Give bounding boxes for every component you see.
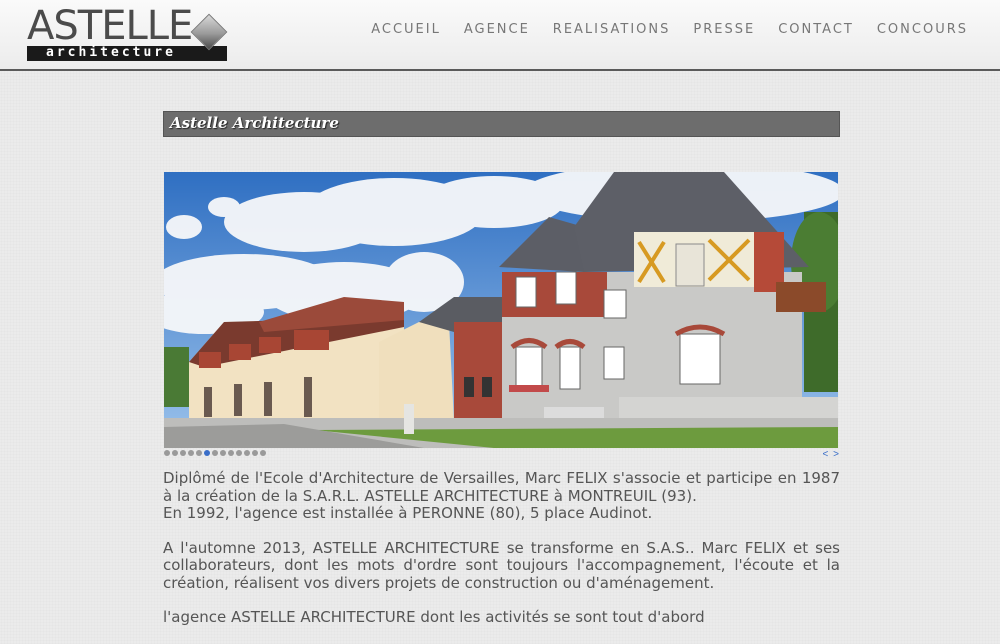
intro-paragraph-3: l'agence ASTELLE ARCHITECTURE dont les a… [163, 608, 705, 626]
slider-dot[interactable] [172, 450, 178, 456]
page-title-bar: Astelle Architecture [163, 111, 840, 137]
slider-dot[interactable] [244, 450, 250, 456]
site-logo[interactable]: ASTELLE architecture [25, 4, 235, 64]
slider-dot[interactable] [260, 450, 266, 456]
logo-subtitle: architecture [46, 45, 176, 60]
slider-dot[interactable] [188, 450, 194, 456]
nav-item-realisations[interactable]: REALISATIONS [553, 22, 671, 37]
slider-dot[interactable] [236, 450, 242, 456]
nav-item-agence[interactable]: AGENCE [464, 22, 530, 37]
logo-wordmark: ASTELLE [27, 3, 193, 49]
slider-dot[interactable] [164, 450, 170, 456]
nav-item-presse[interactable]: PRESSE [693, 22, 755, 37]
slide-photo [164, 172, 838, 448]
logo-subtitle-bar: architecture [27, 45, 227, 61]
slider-dot[interactable] [212, 450, 218, 456]
header: ASTELLE architecture ACCUEIL AGENCE REAL… [0, 0, 1000, 71]
nav-item-contact[interactable]: CONTACT [778, 22, 854, 37]
image-slider[interactable] [164, 172, 838, 448]
slider-arrows: < > [821, 449, 839, 460]
slider-dot[interactable] [180, 450, 186, 456]
nav-item-accueil[interactable]: ACCUEIL [371, 22, 441, 37]
intro-paragraph-2: A l'automne 2013, ASTELLE ARCHITECTURE s… [163, 538, 840, 592]
slider-dot-active[interactable] [204, 450, 210, 456]
logo-diamond-icon [190, 13, 228, 51]
main-nav: ACCUEIL AGENCE REALISATIONS PRESSE CONTA… [371, 22, 968, 37]
page-title: Astelle Architecture [170, 114, 339, 132]
slider-pagination [164, 450, 266, 456]
slider-prev-button[interactable]: < [823, 449, 829, 460]
nav-item-concours[interactable]: CONCOURS [877, 22, 968, 37]
slider-dot[interactable] [220, 450, 226, 456]
intro-text: Diplômé de l'Ecole d'Architecture de Ver… [163, 469, 840, 644]
slider-dot[interactable] [252, 450, 258, 456]
intro-paragraph-1: Diplômé de l'Ecole d'Architecture de Ver… [163, 469, 840, 523]
slider-dot[interactable] [196, 450, 202, 456]
slider-dot[interactable] [228, 450, 234, 456]
intro-p1-line-a: Diplômé de l'Ecole d'Architecture de Ver… [163, 469, 840, 505]
intro-p1-line-b: En 1992, l'agence est installée à PERONN… [163, 504, 653, 522]
slider-next-button[interactable]: > [833, 449, 839, 460]
